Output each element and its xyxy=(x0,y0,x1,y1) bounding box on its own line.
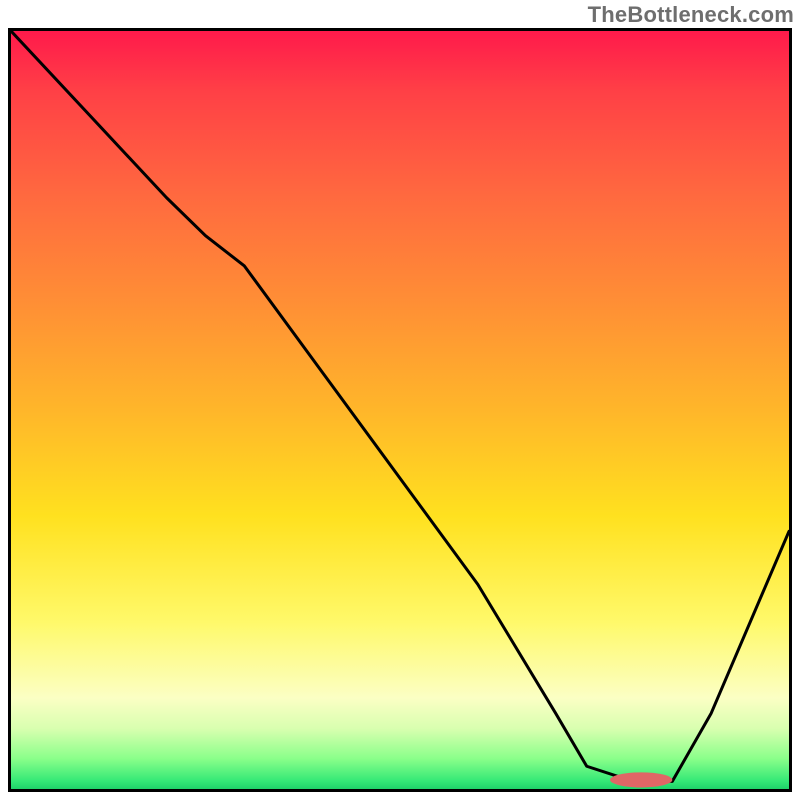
plot-svg xyxy=(11,31,789,789)
chart-frame: TheBottleneck.com xyxy=(0,0,800,800)
plot-area xyxy=(8,28,792,792)
optimal-range-marker xyxy=(610,772,672,787)
watermark-label: TheBottleneck.com xyxy=(588,2,794,28)
bottleneck-curve xyxy=(11,31,789,781)
